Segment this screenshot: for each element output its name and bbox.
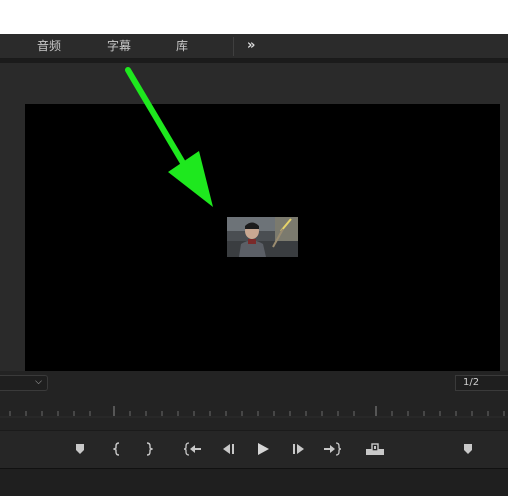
- page-indicator[interactable]: 1/2: [455, 375, 508, 391]
- annotation-arrow: [125, 67, 213, 207]
- play-button[interactable]: [254, 431, 272, 467]
- insert-button[interactable]: [364, 431, 386, 467]
- mark-in-icon: [113, 442, 120, 456]
- marker-icon: [76, 444, 84, 454]
- play-icon: [258, 443, 269, 455]
- zoom-level-dropdown[interactable]: ⌵: [0, 375, 48, 391]
- step-back-icon: [223, 444, 234, 454]
- add-marker-button[interactable]: [72, 431, 88, 467]
- mark-out-icon: [146, 442, 153, 456]
- annotation-arrow-shaft: [125, 67, 189, 171]
- step-forward-icon: [293, 444, 304, 454]
- mark-out-button[interactable]: [141, 431, 157, 467]
- step-back-button[interactable]: [219, 431, 237, 467]
- time-ruler[interactable]: [0, 398, 508, 420]
- step-forward-button[interactable]: [290, 431, 308, 467]
- mark-in-button[interactable]: [109, 431, 125, 467]
- bottom-panel: [0, 468, 508, 496]
- chevron-down-icon: ⌵: [35, 377, 42, 387]
- annotation-arrow-head: [168, 151, 213, 207]
- insert-icon: [366, 443, 384, 455]
- go-to-out-icon: [324, 442, 341, 456]
- go-to-in-icon: [184, 442, 201, 456]
- button-editor[interactable]: [460, 431, 476, 467]
- go-to-in-button[interactable]: [183, 431, 203, 467]
- marker-icon: [464, 444, 472, 454]
- transport-controls: [0, 430, 508, 468]
- go-to-out-button[interactable]: [322, 431, 342, 467]
